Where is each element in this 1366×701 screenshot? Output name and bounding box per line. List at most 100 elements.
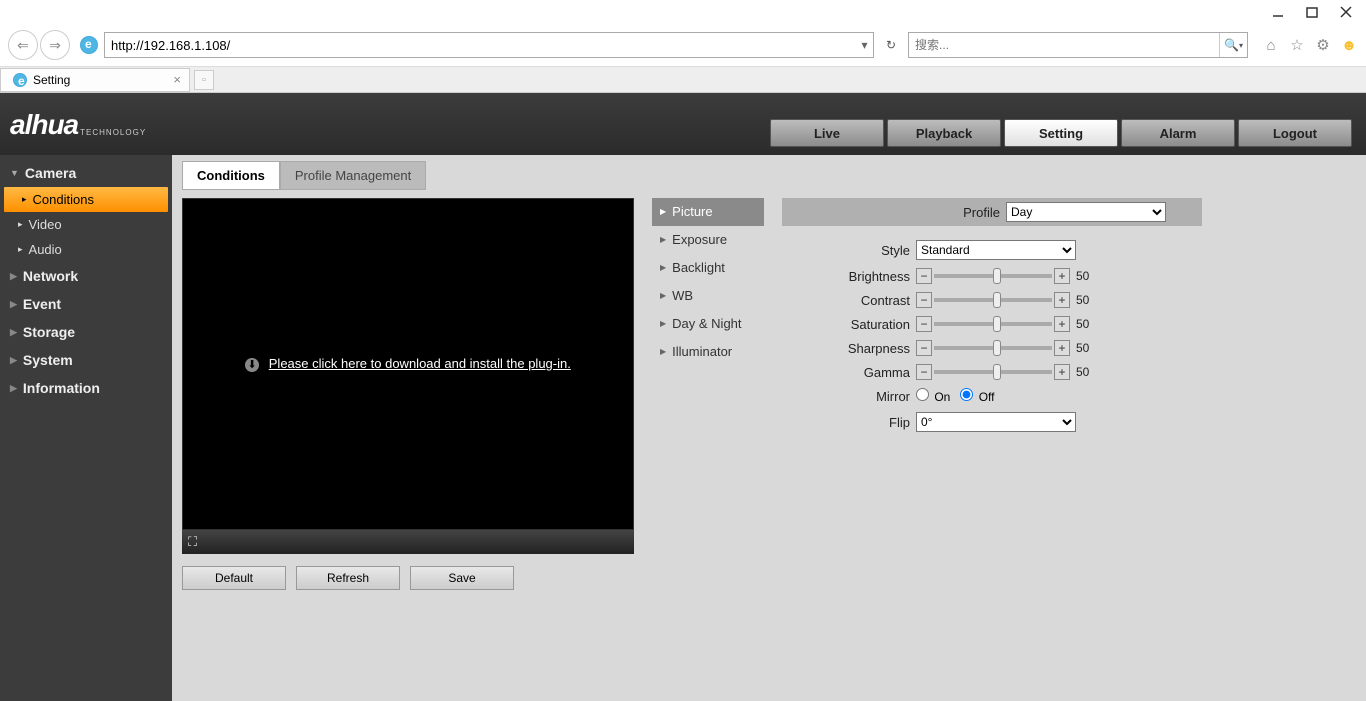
new-tab-button[interactable]: ▫ xyxy=(194,70,214,90)
tree-item-wb[interactable]: ▶WB xyxy=(652,282,764,310)
arrow-right-icon: ▶ xyxy=(660,291,666,300)
top-nav-logout[interactable]: Logout xyxy=(1238,119,1352,147)
tab-profile-management[interactable]: Profile Management xyxy=(280,161,426,190)
brand-logo: alhua TECHNOLOGY xyxy=(10,109,146,155)
brightness-value: 50 xyxy=(1076,269,1089,283)
app-header: alhua TECHNOLOGY LivePlaybackSettingAlar… xyxy=(0,93,1366,155)
plugin-download-link[interactable]: Please click here to download and instal… xyxy=(269,356,571,371)
contrast-slider[interactable] xyxy=(934,298,1052,302)
top-nav-playback[interactable]: Playback xyxy=(887,119,1001,147)
sidebar-item-conditions[interactable]: ▸Conditions xyxy=(4,187,168,212)
ie-icon xyxy=(13,73,27,87)
maximize-icon[interactable] xyxy=(1306,6,1318,18)
tree-item-picture[interactable]: ▶Picture xyxy=(652,198,764,226)
mirror-label: Mirror xyxy=(782,389,910,404)
contrast-minus[interactable]: − xyxy=(916,292,932,308)
default-button[interactable]: Default xyxy=(182,566,286,590)
back-button[interactable]: ⇐ xyxy=(8,30,38,60)
contrast-value: 50 xyxy=(1076,293,1089,307)
sidebar-section-information[interactable]: ▶Information xyxy=(0,374,172,402)
chevron-icon: ▶ xyxy=(10,271,17,282)
fullscreen-icon[interactable]: ⛶ xyxy=(188,534,197,550)
video-preview: ⬇ Please click here to download and inst… xyxy=(182,198,634,530)
chevron-icon: ▼ xyxy=(10,168,19,178)
style-select[interactable]: Standard xyxy=(916,240,1076,260)
saturation-value: 50 xyxy=(1076,317,1089,331)
url-input[interactable]: http://192.168.1.108/ xyxy=(105,38,855,53)
brightness-plus[interactable]: + xyxy=(1054,268,1070,284)
saturation-plus[interactable]: + xyxy=(1054,316,1070,332)
tab-title: Setting xyxy=(33,73,167,87)
brightness-slider[interactable] xyxy=(934,274,1052,278)
download-icon: ⬇ xyxy=(245,358,259,372)
sharpness-label: Sharpness xyxy=(782,341,910,356)
mirror-on-radio[interactable] xyxy=(916,388,929,401)
gamma-plus[interactable]: + xyxy=(1054,364,1070,380)
ie-icon xyxy=(80,36,98,54)
chevron-right-icon: ▸ xyxy=(22,194,27,205)
top-nav-alarm[interactable]: Alarm xyxy=(1121,119,1235,147)
search-button[interactable]: 🔍▾ xyxy=(1219,33,1247,57)
search-input[interactable] xyxy=(909,38,1219,52)
saturation-slider[interactable] xyxy=(934,322,1052,326)
sidebar-section-event[interactable]: ▶Event xyxy=(0,290,172,318)
favorites-icon[interactable]: ☆ xyxy=(1288,36,1306,54)
chevron-icon: ▶ xyxy=(10,355,17,366)
gamma-slider[interactable] xyxy=(934,370,1052,374)
arrow-right-icon: ▶ xyxy=(660,347,666,356)
sharpness-slider[interactable] xyxy=(934,346,1052,350)
refresh-button[interactable]: Refresh xyxy=(296,566,400,590)
flip-label: Flip xyxy=(782,415,910,430)
tree-item-backlight[interactable]: ▶Backlight xyxy=(652,254,764,282)
sharpness-minus[interactable]: − xyxy=(916,340,932,356)
tab-close-icon[interactable]: × xyxy=(173,72,181,87)
tree-item-day-night[interactable]: ▶Day & Night xyxy=(652,310,764,338)
home-icon[interactable]: ⌂ xyxy=(1262,36,1280,54)
gamma-value: 50 xyxy=(1076,365,1089,379)
contrast-label: Contrast xyxy=(782,293,910,308)
arrow-right-icon: ▶ xyxy=(660,263,666,272)
close-icon[interactable] xyxy=(1340,6,1352,18)
sidebar-section-system[interactable]: ▶System xyxy=(0,346,172,374)
tree-item-illuminator[interactable]: ▶Illuminator xyxy=(652,338,764,366)
saturation-minus[interactable]: − xyxy=(916,316,932,332)
minimize-icon[interactable] xyxy=(1272,6,1284,18)
save-button[interactable]: Save xyxy=(410,566,514,590)
saturation-label: Saturation xyxy=(782,317,910,332)
chevron-right-icon: ▸ xyxy=(18,219,23,230)
gamma-label: Gamma xyxy=(782,365,910,380)
arrow-right-icon: ▶ xyxy=(660,235,666,244)
emoji-icon[interactable]: ☻ xyxy=(1340,36,1358,54)
mirror-off-radio[interactable] xyxy=(960,388,973,401)
sidebar: ▼Camera▸Conditions▸Video▸Audio▶Network▶E… xyxy=(0,155,172,701)
top-nav-setting[interactable]: Setting xyxy=(1004,119,1118,147)
profile-select[interactable]: Day xyxy=(1006,202,1166,222)
brightness-minus[interactable]: − xyxy=(916,268,932,284)
sidebar-item-audio[interactable]: ▸Audio xyxy=(0,237,172,262)
url-dropdown-icon[interactable]: ▾ xyxy=(855,38,873,52)
sidebar-section-storage[interactable]: ▶Storage xyxy=(0,318,172,346)
gamma-minus[interactable]: − xyxy=(916,364,932,380)
arrow-right-icon: ▶ xyxy=(660,319,666,328)
tab-conditions[interactable]: Conditions xyxy=(182,161,280,190)
chevron-right-icon: ▸ xyxy=(18,244,23,255)
flip-select[interactable]: 0° xyxy=(916,412,1076,432)
refresh-icon[interactable]: ↻ xyxy=(880,32,902,58)
sharpness-plus[interactable]: + xyxy=(1054,340,1070,356)
chevron-icon: ▶ xyxy=(10,327,17,338)
sidebar-section-camera[interactable]: ▼Camera xyxy=(0,159,172,187)
sidebar-section-network[interactable]: ▶Network xyxy=(0,262,172,290)
contrast-plus[interactable]: + xyxy=(1054,292,1070,308)
gear-icon[interactable]: ⚙ xyxy=(1314,36,1332,54)
browser-tab[interactable]: Setting × xyxy=(0,68,190,92)
top-nav-live[interactable]: Live xyxy=(770,119,884,147)
brightness-label: Brightness xyxy=(782,269,910,284)
arrow-right-icon: ▶ xyxy=(660,207,666,216)
forward-button[interactable]: ⇒ xyxy=(40,30,70,60)
sharpness-value: 50 xyxy=(1076,341,1089,355)
chevron-icon: ▶ xyxy=(10,299,17,310)
profile-label: Profile xyxy=(963,205,1000,220)
sidebar-item-video[interactable]: ▸Video xyxy=(0,212,172,237)
content-area: ConditionsProfile Management ⬇ Please cl… xyxy=(172,155,1366,701)
tree-item-exposure[interactable]: ▶Exposure xyxy=(652,226,764,254)
